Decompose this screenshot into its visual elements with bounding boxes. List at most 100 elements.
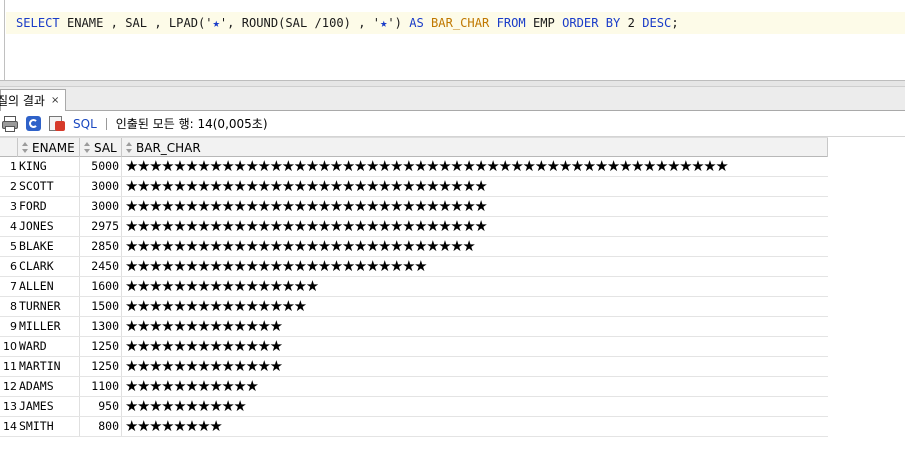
table-row[interactable]: 12 ADAMS 1100 ★★★★★★★★★★★: [0, 377, 828, 397]
sql-stop-icon[interactable]: [48, 115, 66, 133]
cell-bar-char[interactable]: ★★★★★★★★: [122, 417, 828, 436]
sql-token: ★: [212, 16, 220, 30]
cell-ename[interactable]: TURNER: [18, 297, 80, 316]
cell-bar-char[interactable]: ★★★★★★★★★★★★★★★: [122, 297, 828, 316]
column-header-ename[interactable]: ENAME: [18, 138, 80, 157]
cell-bar-char[interactable]: ★★★★★★★★★★★★★★★★★★★★★★★★★: [122, 257, 828, 276]
cell-ename[interactable]: WARD: [18, 337, 80, 356]
sql-token: SELECT: [16, 16, 60, 30]
table-row[interactable]: 14 SMITH 800 ★★★★★★★★: [0, 417, 828, 437]
sql-token: ENAME , SAL , LPAD(': [59, 16, 213, 30]
row-number: 2: [10, 180, 17, 193]
cell-bar-char[interactable]: ★★★★★★★★★★★★★★★★★★★★★★★★★★★★★★: [122, 197, 828, 216]
cell-sal[interactable]: 3000: [80, 197, 122, 216]
row-number: 5: [10, 240, 17, 253]
sql-token: ', ROUND(SAL /100) , ': [219, 16, 381, 30]
close-icon[interactable]: ×: [51, 95, 59, 106]
cell-sal[interactable]: 3000: [80, 177, 122, 196]
cell-sal[interactable]: 1250: [80, 357, 122, 376]
row-number: 12: [3, 380, 17, 393]
cell-ename[interactable]: JAMES: [18, 397, 80, 416]
table-row[interactable]: 6 CLARK 2450 ★★★★★★★★★★★★★★★★★★★★★★★★★: [0, 257, 828, 277]
cell-ename[interactable]: BLAKE: [18, 237, 80, 256]
column-header-sal[interactable]: SAL: [80, 138, 122, 157]
row-number: 9: [10, 320, 17, 333]
cell-ename[interactable]: SCOTT: [18, 177, 80, 196]
row-number: 6: [10, 260, 17, 273]
cell-ename[interactable]: ADAMS: [18, 377, 80, 396]
table-row[interactable]: 10 WARD 1250 ★★★★★★★★★★★★★: [0, 337, 828, 357]
row-number: 11: [3, 360, 17, 373]
sql-token: AS: [409, 16, 424, 30]
results-grid[interactable]: ENAME SAL BAR_CHAR 1 KING 5000 ★★★★★★★★★★★★…: [0, 137, 905, 456]
cell-bar-char[interactable]: ★★★★★★★★★★★★★★★★: [122, 277, 828, 296]
row-number: 4: [10, 220, 17, 233]
results-tabbar: 질의 결과 ×: [0, 87, 905, 111]
cell-ename[interactable]: JONES: [18, 217, 80, 236]
cell-ename[interactable]: CLARK: [18, 257, 80, 276]
cell-bar-char[interactable]: ★★★★★★★★★★★★★: [122, 317, 828, 336]
row-number: 10: [3, 340, 17, 353]
pane-splitter[interactable]: [0, 80, 905, 87]
sql-token: FROM: [496, 16, 526, 30]
cell-ename[interactable]: FORD: [18, 197, 80, 216]
cell-ename[interactable]: KING: [18, 157, 80, 176]
cell-sal[interactable]: 2850: [80, 237, 122, 256]
table-row[interactable]: 7 ALLEN 1600 ★★★★★★★★★★★★★★★★: [0, 277, 828, 297]
table-row[interactable]: 1 KING 5000 ★★★★★★★★★★★★★★★★★★★★★★★★★★★★★★★…: [0, 157, 828, 177]
cell-bar-char[interactable]: ★★★★★★★★★★★: [122, 377, 828, 396]
cell-sal[interactable]: 2450: [80, 257, 122, 276]
refresh-icon[interactable]: [25, 115, 43, 133]
cell-bar-char[interactable]: ★★★★★★★★★★★★★★★★★★★★★★★★★★★★★: [122, 237, 828, 256]
tab-query-result[interactable]: 질의 결과 ×: [0, 89, 67, 111]
column-header-label: BAR_CHAR: [136, 140, 201, 155]
cell-ename[interactable]: ALLEN: [18, 277, 80, 296]
cell-bar-char[interactable]: ★★★★★★★★★★★★★: [122, 357, 828, 376]
sql-editor[interactable]: SELECT ENAME , SAL , LPAD('★', ROUND(SAL…: [0, 0, 905, 80]
sort-icon[interactable]: [125, 141, 133, 154]
sql-statement[interactable]: SELECT ENAME , SAL , LPAD('★', ROUND(SAL…: [16, 14, 679, 32]
cell-sal[interactable]: 1300: [80, 317, 122, 336]
cell-bar-char[interactable]: ★★★★★★★★★★★★★: [122, 337, 828, 356]
table-row[interactable]: 3 FORD 3000 ★★★★★★★★★★★★★★★★★★★★★★★★★★★★★★: [0, 197, 828, 217]
cell-bar-char[interactable]: ★★★★★★★★★★★★★★★★★★★★★★★★★★★★★★★★★★★★★★★★…: [122, 157, 828, 176]
cell-sal[interactable]: 1100: [80, 377, 122, 396]
fetch-status: 인출된 모든 행: 14(0,005초): [115, 117, 268, 131]
sql-token: EMP: [525, 16, 563, 30]
grid-header: ENAME SAL BAR_CHAR: [0, 137, 828, 157]
cell-bar-char[interactable]: ★★★★★★★★★★: [122, 397, 828, 416]
column-header-label: ENAME: [32, 140, 75, 155]
cell-bar-char[interactable]: ★★★★★★★★★★★★★★★★★★★★★★★★★★★★★★: [122, 217, 828, 236]
cell-sal[interactable]: 800: [80, 417, 122, 436]
sort-icon[interactable]: [83, 141, 91, 154]
cell-sal[interactable]: 1250: [80, 337, 122, 356]
table-row[interactable]: 13 JAMES 950 ★★★★★★★★★★: [0, 397, 828, 417]
sql-link[interactable]: SQL: [73, 117, 97, 131]
row-number: 14: [3, 420, 17, 433]
table-row[interactable]: 8 TURNER 1500 ★★★★★★★★★★★★★★★: [0, 297, 828, 317]
print-icon[interactable]: [2, 115, 20, 133]
cell-ename[interactable]: SMITH: [18, 417, 80, 436]
sql-token: 2: [620, 16, 643, 30]
cell-ename[interactable]: MILLER: [18, 317, 80, 336]
table-row[interactable]: 4 JONES 2975 ★★★★★★★★★★★★★★★★★★★★★★★★★★★★★★: [0, 217, 828, 237]
column-header-label: SAL: [94, 140, 117, 155]
row-number: 3: [10, 200, 17, 213]
table-row[interactable]: 2 SCOTT 3000 ★★★★★★★★★★★★★★★★★★★★★★★★★★★★★★: [0, 177, 828, 197]
cell-sal[interactable]: 2975: [80, 217, 122, 236]
sort-icon[interactable]: [21, 141, 29, 154]
cell-sal[interactable]: 950: [80, 397, 122, 416]
row-number-header: [0, 138, 18, 157]
table-row[interactable]: 9 MILLER 1300 ★★★★★★★★★★★★★: [0, 317, 828, 337]
sql-token: ;: [671, 16, 679, 30]
table-row[interactable]: 11 MARTIN 1250 ★★★★★★★★★★★★★: [0, 357, 828, 377]
table-row[interactable]: 5 BLAKE 2850 ★★★★★★★★★★★★★★★★★★★★★★★★★★★★★: [0, 237, 828, 257]
cell-bar-char[interactable]: ★★★★★★★★★★★★★★★★★★★★★★★★★★★★★★: [122, 177, 828, 196]
cell-sal[interactable]: 1500: [80, 297, 122, 316]
cell-sal[interactable]: 1600: [80, 277, 122, 296]
column-header-bar-char[interactable]: BAR_CHAR: [122, 138, 828, 157]
cell-ename[interactable]: MARTIN: [18, 357, 80, 376]
cell-sal[interactable]: 5000: [80, 157, 122, 176]
